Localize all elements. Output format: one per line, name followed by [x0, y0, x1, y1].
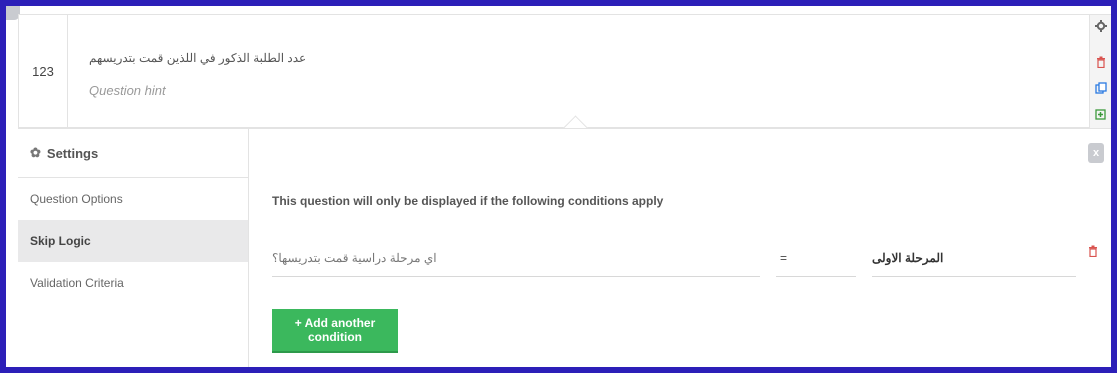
question-text[interactable]: عدد الطلبة الذكور في اللذين قمت بتدريسهم [89, 51, 306, 65]
settings-panel: ✿ Settings Question Options Skip Logic V… [18, 128, 1111, 367]
trash-icon[interactable] [1094, 55, 1108, 69]
sidebar-item-skip-logic[interactable]: Skip Logic [18, 220, 248, 262]
question-number: 123 [19, 15, 68, 127]
condition-question-select[interactable]: اي مرحلة دراسية قمت بتدريسها؟ [272, 239, 760, 277]
question-hint[interactable]: Question hint [89, 83, 166, 98]
settings-header: ✿ Settings [18, 129, 248, 178]
gear-icon[interactable] [1094, 19, 1108, 33]
app-frame: 123 عدد الطلبة الذكور في اللذين قمت بتدر… [0, 0, 1117, 373]
condition-operator-select[interactable]: = [776, 239, 856, 277]
settings-header-label: Settings [46, 145, 99, 161]
condition-value-select[interactable]: المرحلة الاولى [872, 239, 1076, 277]
question-row[interactable]: 123 عدد الطلبة الذكور في اللذين قمت بتدر… [18, 14, 1090, 140]
sidebar-item-question-options[interactable]: Question Options [18, 178, 248, 220]
trash-icon[interactable] [1088, 245, 1098, 260]
add-icon[interactable] [1094, 107, 1108, 121]
sidebar-item-label: Skip Logic [30, 234, 91, 248]
copy-icon[interactable] [1094, 81, 1108, 95]
sidebar-item-label: Question Options [30, 192, 123, 206]
sidebar-item-validation-criteria[interactable]: Validation Criteria [18, 262, 248, 304]
conditions-title: This question will only be displayed if … [272, 194, 664, 208]
sidebar-item-label: Validation Criteria [30, 276, 124, 290]
gear-icon: ✿ [30, 145, 41, 160]
close-panel-button[interactable]: x [1088, 143, 1104, 163]
question-actions [1090, 14, 1111, 130]
settings-sidebar: ✿ Settings Question Options Skip Logic V… [18, 129, 249, 367]
add-condition-button[interactable]: + Add another condition [272, 309, 398, 353]
